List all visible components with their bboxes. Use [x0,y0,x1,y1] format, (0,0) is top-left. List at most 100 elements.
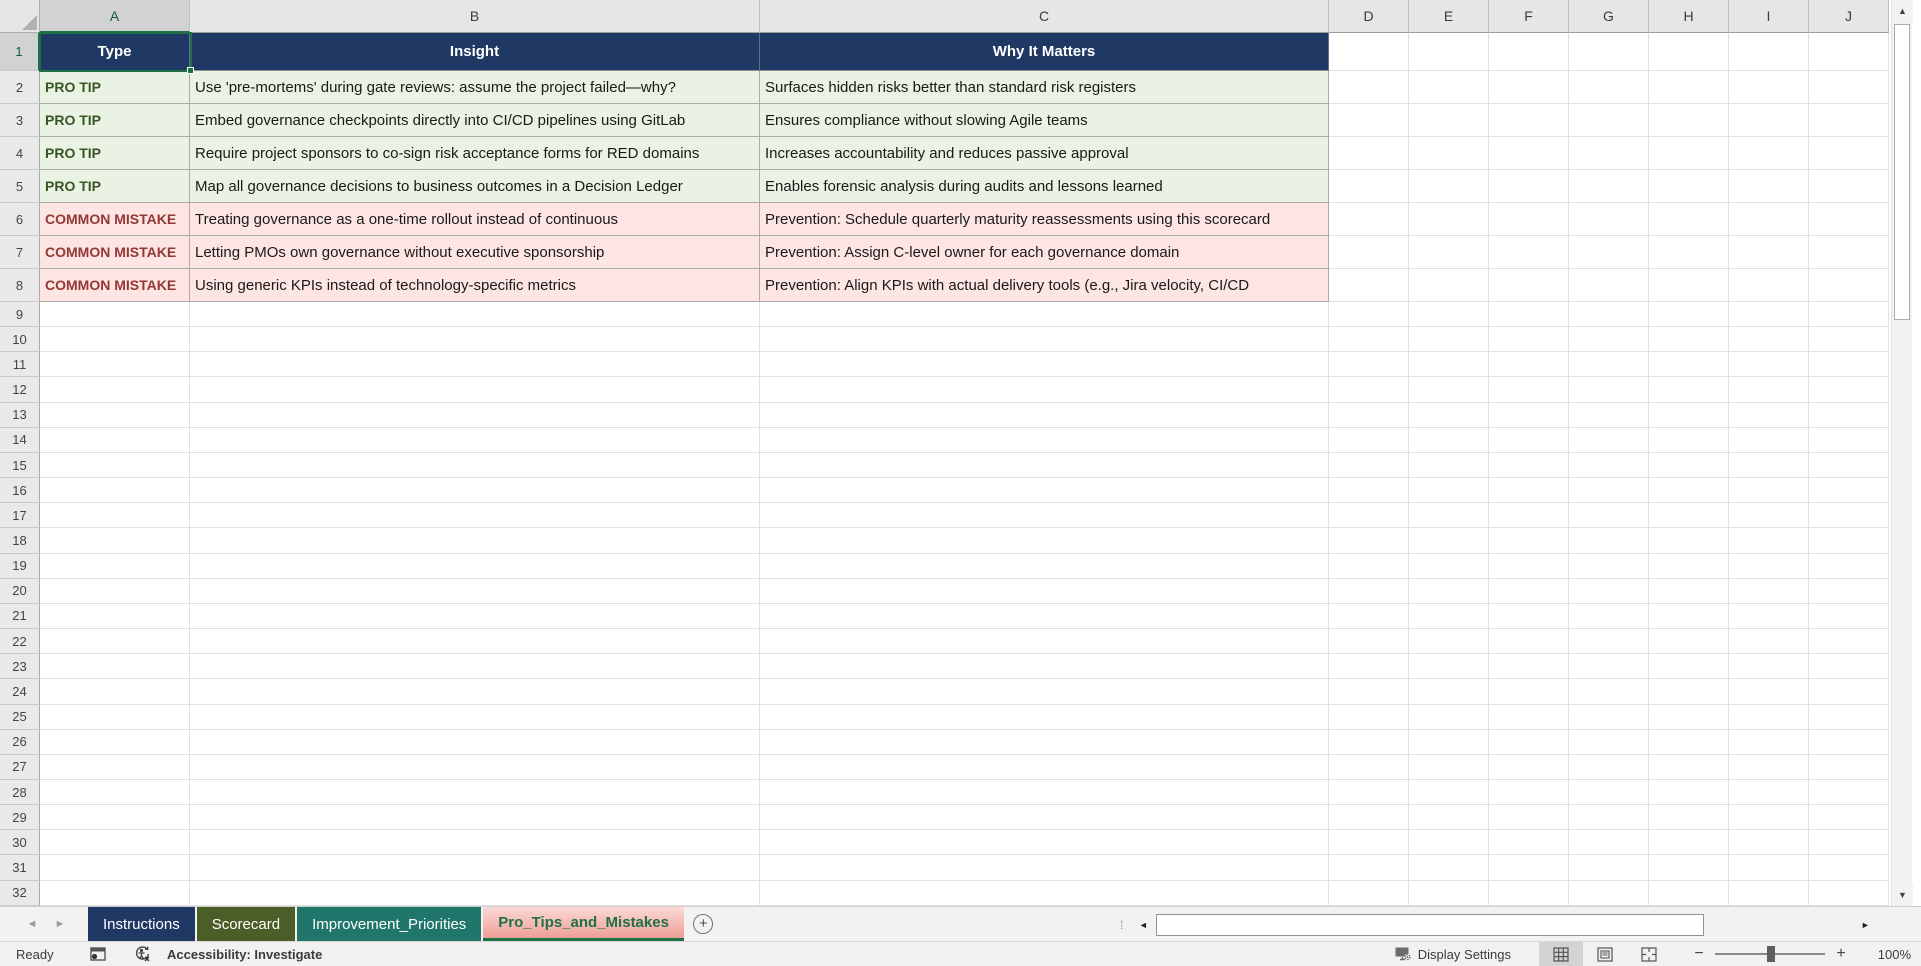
cell[interactable] [1489,327,1569,352]
cell[interactable] [40,478,190,503]
row-header-29[interactable]: 29 [0,805,40,830]
cell[interactable] [1809,327,1889,352]
cell[interactable] [1569,236,1649,269]
zoom-slider[interactable] [1715,953,1825,955]
cell[interactable] [760,579,1329,604]
cell[interactable] [760,478,1329,503]
cell[interactable] [1649,478,1729,503]
cell[interactable] [1729,780,1809,805]
cell[interactable] [1729,453,1809,478]
cell[interactable] [1329,528,1409,553]
cell[interactable] [1489,705,1569,730]
cell[interactable] [1649,679,1729,704]
insight-cell[interactable]: Letting PMOs own governance without exec… [190,236,760,269]
cell[interactable] [1409,236,1489,269]
cell[interactable] [760,503,1329,528]
cell[interactable] [1409,33,1489,71]
cell[interactable] [760,805,1329,830]
cell[interactable] [190,679,760,704]
cell[interactable] [40,352,190,377]
cell[interactable] [1649,377,1729,402]
cell[interactable] [1569,71,1649,104]
cell[interactable] [1809,236,1889,269]
cell[interactable] [190,428,760,453]
sheet-tab-instructions[interactable]: Instructions [88,907,195,941]
header-cell-insight[interactable]: Insight [190,33,760,71]
cell[interactable] [1329,104,1409,137]
sheet-nav-right-icon[interactable]: ► [46,907,74,941]
cell[interactable] [1729,203,1809,236]
cell[interactable] [1809,269,1889,302]
cell[interactable] [1649,104,1729,137]
cell[interactable] [1569,327,1649,352]
sheet-tab-scorecard[interactable]: Scorecard [197,907,295,941]
cell[interactable] [1569,403,1649,428]
cell[interactable] [1649,170,1729,203]
column-header-D[interactable]: D [1329,0,1409,33]
cell[interactable] [760,654,1329,679]
column-header-B[interactable]: B [190,0,760,33]
cell[interactable] [1409,71,1489,104]
cell[interactable] [1649,855,1729,880]
cell[interactable] [1329,170,1409,203]
column-header-C[interactable]: C [760,0,1329,33]
cell[interactable] [1409,629,1489,654]
cell[interactable] [1409,403,1489,428]
cell[interactable] [1569,528,1649,553]
cell[interactable] [1649,780,1729,805]
cell[interactable] [760,528,1329,553]
cell[interactable] [1569,805,1649,830]
horizontal-scrollbar-thumb[interactable] [1156,914,1704,936]
cell[interactable] [1649,881,1729,906]
cell[interactable] [1729,269,1809,302]
cell[interactable] [1329,236,1409,269]
cell[interactable] [1809,881,1889,906]
cell[interactable] [1649,604,1729,629]
why-cell[interactable]: Prevention: Align KPIs with actual deliv… [760,269,1329,302]
cell[interactable] [760,780,1329,805]
cell[interactable] [1569,554,1649,579]
cell[interactable] [190,377,760,402]
row-header-20[interactable]: 20 [0,579,40,604]
cell[interactable] [1409,805,1489,830]
cell[interactable] [1569,352,1649,377]
cell[interactable] [1729,629,1809,654]
cell[interactable] [1329,579,1409,604]
cell[interactable] [1329,730,1409,755]
type-cell[interactable]: PRO TIP [40,170,190,203]
row-header-23[interactable]: 23 [0,654,40,679]
cell[interactable] [760,730,1329,755]
cell[interactable] [1649,805,1729,830]
cell[interactable] [760,327,1329,352]
cell[interactable] [1569,33,1649,71]
cell[interactable] [1489,654,1569,679]
cell[interactable] [1809,679,1889,704]
cell[interactable] [1409,302,1489,327]
cell[interactable] [1329,478,1409,503]
cell[interactable] [1569,203,1649,236]
accessibility-checker-icon[interactable] [134,946,151,962]
cell[interactable] [190,881,760,906]
cell[interactable] [1409,203,1489,236]
cell[interactable] [1809,554,1889,579]
header-cell-why-it-matters[interactable]: Why It Matters [760,33,1329,71]
scroll-left-icon[interactable]: ◄ [1132,914,1154,936]
cell[interactable] [1409,352,1489,377]
cell[interactable] [1569,730,1649,755]
page-layout-view-button[interactable] [1583,942,1627,966]
cell[interactable] [1809,403,1889,428]
cell[interactable] [1729,170,1809,203]
row-header-9[interactable]: 9 [0,302,40,327]
page-break-preview-button[interactable] [1627,942,1671,966]
cell[interactable] [1649,71,1729,104]
cell[interactable] [1489,137,1569,170]
cell[interactable] [1809,453,1889,478]
scroll-right-icon[interactable]: ► [1854,914,1876,936]
column-header-E[interactable]: E [1409,0,1489,33]
cell[interactable] [1809,528,1889,553]
cell[interactable] [190,302,760,327]
cell[interactable] [1729,528,1809,553]
cell[interactable] [1409,679,1489,704]
column-header-F[interactable]: F [1489,0,1569,33]
cell[interactable] [1409,579,1489,604]
